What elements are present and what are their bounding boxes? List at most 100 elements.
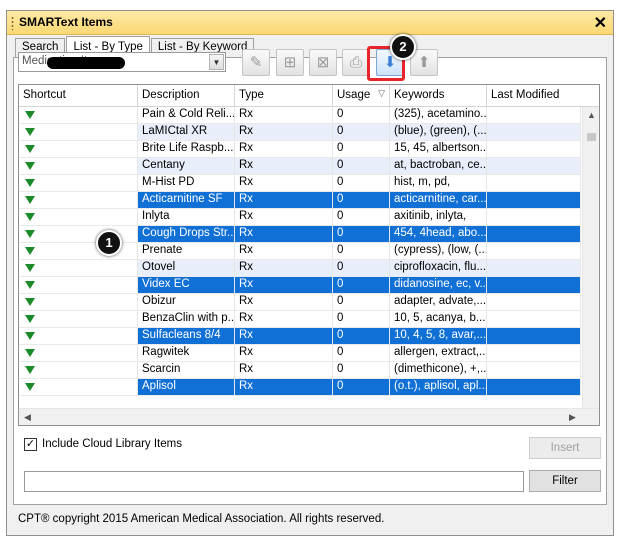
shortcut-arrow-icon[interactable] [25,230,35,238]
description-cell: Obizur [138,294,235,311]
last-modified-cell [487,226,581,243]
grip-icon[interactable] [11,16,14,30]
table-row[interactable]: Aplisol Rx 0 (o.t.), aplisol, apl... [19,379,581,396]
description-cell: Acticarnitine SF [138,192,235,209]
shortcut-arrow-icon[interactable] [25,247,35,255]
shortcut-cell [19,311,138,328]
keywords-cell: adapter, advate,... [390,294,487,311]
edit-item-icon: ✎ [249,54,263,71]
type-cell: Rx [235,175,333,192]
usage-cell: 0 [333,124,390,141]
type-cell: Rx [235,345,333,362]
filter-input[interactable] [24,471,524,492]
shortcut-arrow-icon[interactable] [25,366,35,374]
scroll-up-icon[interactable]: ▲ [583,107,599,124]
usage-cell: 0 [333,328,390,345]
last-modified-cell [487,175,581,192]
shortcut-arrow-icon[interactable] [25,281,35,289]
table-row[interactable]: Inlyta Rx 0 axitinib, inlyta, [19,209,581,226]
table-row[interactable]: Sulfacleans 8/4 Rx 0 10, 4, 5, 8, avar,... [19,328,581,345]
table-row[interactable]: Pain & Cold Reli... Rx 0 (325), acetamino..… [19,107,581,124]
print-icon: ⎙ [349,54,362,71]
redaction-mark [47,57,125,69]
column-header-shortcut[interactable]: Shortcut [19,85,138,107]
shortcut-arrow-icon[interactable] [25,349,35,357]
type-cell: Rx [235,192,333,209]
shortcut-arrow-icon[interactable] [25,111,35,119]
scroll-right-icon[interactable]: ▶ [564,409,581,425]
title-bar[interactable]: SMARText Items ✕ [7,11,613,35]
description-cell: Prenate [138,243,235,260]
callout-marker-2: 2 [390,34,416,60]
shortcut-arrow-icon[interactable] [25,298,35,306]
print-button[interactable]: ⎙ [342,49,370,76]
callout-marker-1: 1 [96,230,122,256]
usage-header-label: Usage [337,89,371,101]
shortcut-arrow-icon[interactable] [25,383,35,391]
chevron-down-icon[interactable]: ▼ [209,54,224,70]
shortcut-cell [19,260,138,277]
table-row[interactable]: Scarcin Rx 0 (dimethicone), +,... [19,362,581,379]
table-row[interactable]: Otovel Rx 0 ciprofloxacin, flu... [19,260,581,277]
keywords-cell: (o.t.), aplisol, apl... [390,379,487,396]
close-icon[interactable]: ✕ [594,13,607,33]
column-header-last-modified[interactable]: Last Modified [487,85,599,107]
shortcut-arrow-icon[interactable] [25,128,35,136]
table-row[interactable]: M-Hist PD Rx 0 hist, m, pd, [19,175,581,192]
add-item-icon: ⊞ [283,54,297,71]
horizontal-scrollbar[interactable]: ◀ ▶ [19,408,599,425]
scroll-left-icon[interactable]: ◀ [19,409,36,425]
vertical-scrollbar[interactable]: ▲ ▼ [582,107,599,425]
keywords-cell: allergen, extract,... [390,345,487,362]
keywords-cell: 10, 5, acanya, b... [390,311,487,328]
add-item-button[interactable]: ⊞ [276,49,304,76]
keywords-cell: (325), acetamino... [390,107,487,124]
column-header-usage[interactable]: Usage ▽ [333,85,390,107]
insert-button[interactable]: Insert [529,437,601,459]
item-type-select[interactable]: Medication Item ▼ [18,52,226,72]
usage-cell: 0 [333,107,390,124]
usage-cell: 0 [333,277,390,294]
edit-item-button[interactable]: ✎ [242,49,270,76]
table-row[interactable]: Obizur Rx 0 adapter, advate,... [19,294,581,311]
shortcut-cell [19,158,138,175]
shortcut-cell [19,379,138,396]
shortcut-arrow-icon[interactable] [25,213,35,221]
shortcut-arrow-icon[interactable] [25,196,35,204]
shortcut-cell [19,107,138,124]
shortcut-arrow-icon[interactable] [25,145,35,153]
table-row[interactable]: LaMICtal XR Rx 0 (blue), (green), (... [19,124,581,141]
usage-cell: 0 [333,209,390,226]
last-modified-cell [487,243,581,260]
keywords-cell: ciprofloxacin, flu... [390,260,487,277]
shortcut-arrow-icon[interactable] [25,332,35,340]
usage-cell: 0 [333,311,390,328]
window-title: SMARText Items [19,15,113,29]
include-cloud-checkbox[interactable]: ✓ [24,438,37,451]
table-row[interactable]: Acticarnitine SF Rx 0 acticarnitine, car... [19,192,581,209]
usage-cell: 0 [333,345,390,362]
shortcut-arrow-icon[interactable] [25,315,35,323]
table-row[interactable]: Videx EC Rx 0 didanosine, ec, v... [19,277,581,294]
table-row[interactable]: BenzaClin with p... Rx 0 10, 5, acanya, b..… [19,311,581,328]
shortcut-arrow-icon[interactable] [25,162,35,170]
column-header-type[interactable]: Type [235,85,333,107]
keywords-cell: 10, 4, 5, 8, avar,... [390,328,487,345]
table-row[interactable]: Ragwitek Rx 0 allergen, extract,... [19,345,581,362]
last-modified-cell [487,328,581,345]
usage-cell: 0 [333,294,390,311]
column-header-description[interactable]: Description [138,85,235,107]
delete-item-button[interactable]: ⊠ [309,49,337,76]
column-header-keywords[interactable]: Keywords [390,85,487,107]
table-row[interactable]: Centany Rx 0 at, bactroban, ce... [19,158,581,175]
shortcut-arrow-icon[interactable] [25,264,35,272]
shortcut-arrow-icon[interactable] [25,179,35,187]
keywords-cell: (blue), (green), (... [390,124,487,141]
filter-button[interactable]: Filter [529,470,601,492]
description-cell: LaMICtal XR [138,124,235,141]
description-cell: Ragwitek [138,345,235,362]
description-cell: Sulfacleans 8/4 [138,328,235,345]
type-cell: Rx [235,260,333,277]
scroll-thumb[interactable] [587,133,596,141]
table-row[interactable]: Brite Life Raspb... Rx 0 15, 45, albertson.… [19,141,581,158]
